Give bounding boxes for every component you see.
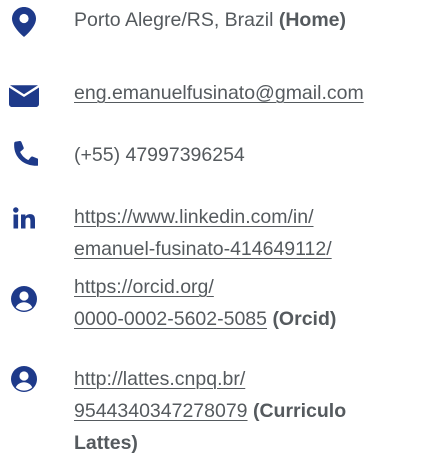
home-label: (Home)	[278, 9, 347, 31]
lattes-link-line1[interactable]: http://lattes.cnpq.br/	[74, 368, 245, 390]
orcid-link-line1[interactable]: https://orcid.org/	[74, 276, 214, 298]
email-text: eng.emanuelfusinato@gmail.com	[74, 77, 441, 109]
envelope-icon	[8, 85, 40, 117]
user-circle-icon	[8, 366, 40, 398]
orcid-label: (Orcid)	[272, 308, 337, 330]
linkedin-link-line2[interactable]: emanuel-fusinato-414649112/	[74, 238, 332, 260]
contact-list: Porto Alegre/RS, Brazil (Home) eng.emanu…	[0, 0, 445, 459]
lattes-label-line3: Lattes)	[74, 432, 138, 454]
phone-icon	[8, 141, 40, 173]
phone-text: (+55) 47997396254	[74, 139, 441, 171]
lattes-label-line2: (Curriculo	[252, 400, 347, 422]
orcid-link-line2[interactable]: 0000-0002-5602-5085	[74, 308, 267, 330]
linkedin-link-line1[interactable]: https://www.linkedin.com/in/	[74, 206, 314, 228]
linkedin-text: https://www.linkedin.com/in/ emanuel-fus…	[74, 201, 441, 265]
email-link[interactable]: eng.emanuelfusinato@gmail.com	[74, 82, 364, 104]
phone-number: (+55) 47997396254	[74, 144, 245, 166]
linkedin-icon	[8, 207, 40, 239]
home-location: Porto Alegre/RS, Brazil	[74, 9, 274, 31]
user-circle-icon	[8, 286, 40, 318]
lattes-text: http://lattes.cnpq.br/ 9544340347278079 …	[74, 363, 441, 459]
home-location-text: Porto Alegre/RS, Brazil (Home)	[74, 4, 441, 36]
orcid-text: https://orcid.org/ 0000-0002-5602-5085 (…	[74, 271, 441, 335]
map-marker-icon	[8, 7, 40, 39]
lattes-link-line2[interactable]: 9544340347278079	[74, 400, 248, 422]
